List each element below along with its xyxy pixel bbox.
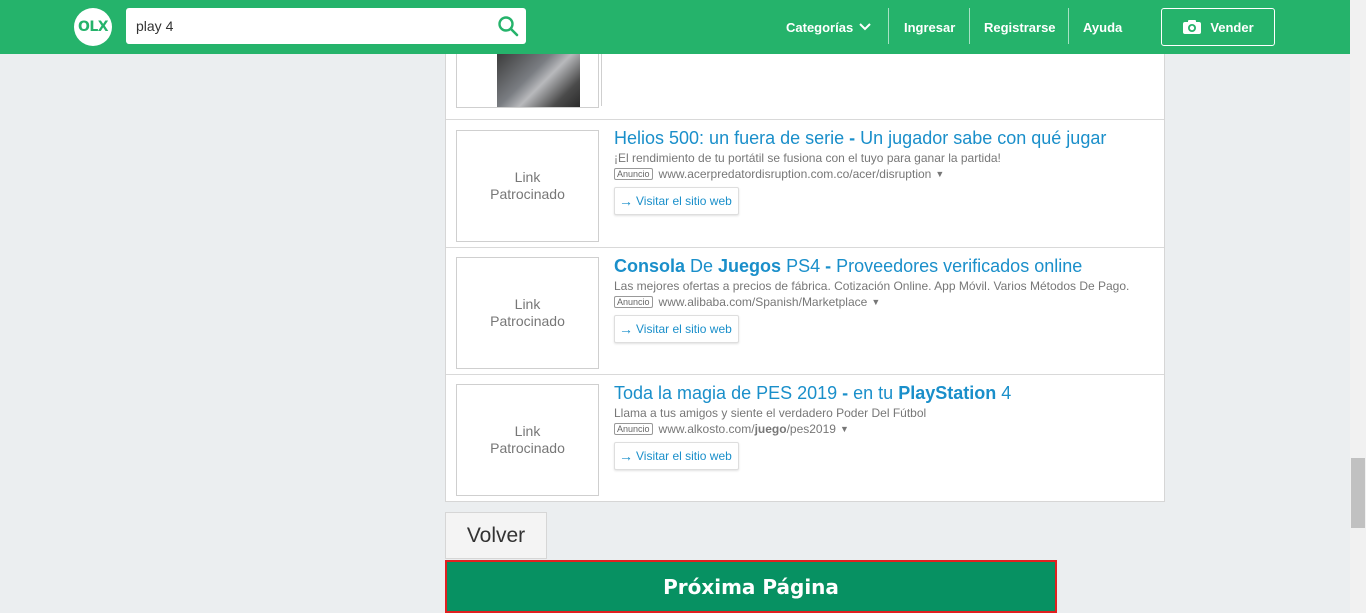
sponsored-ad: Link Patrocinado Helios 500: un fuera de… — [446, 119, 1164, 247]
vender-button[interactable]: Vender — [1161, 8, 1275, 46]
listing-photo — [497, 54, 580, 107]
ad-url: www.acerpredatordisruption.com.co/acer/d… — [658, 167, 932, 181]
ad-title-link[interactable]: Helios 500: un fuera de serie - Un jugad… — [614, 128, 1106, 149]
visit-site-label: Visitar el sitio web — [636, 449, 732, 463]
visit-site-label: Visitar el sitio web — [636, 322, 732, 336]
title-part: De — [685, 256, 719, 276]
title-part: PS4 — [781, 256, 826, 276]
ad-url-line[interactable]: Anuncio www.alkosto.com/juego/pes2019 ▼ — [614, 422, 849, 436]
title-part: - — [842, 383, 854, 403]
nav-registrarse-label: Registrarse — [984, 19, 1056, 35]
ad-thumb-label: Link Patrocinado — [490, 423, 565, 456]
ad-title-link[interactable]: Consola De Juegos PS4 - Proveedores veri… — [614, 256, 1082, 277]
ad-description: Llama a tus amigos y siente el verdadero… — [614, 406, 927, 420]
nav-registrarse[interactable]: Registrarse — [984, 0, 1056, 54]
nav-divider — [1068, 8, 1069, 44]
title-part: Un jugador sabe con qué jugar — [860, 128, 1107, 148]
results-panel: Link Patrocinado Helios 500: un fuera de… — [445, 54, 1165, 502]
ad-url-part: juego — [754, 422, 787, 436]
ad-url-part: www.alkosto.com/ — [658, 422, 755, 436]
ad-description: ¡El rendimiento de tu portátil se fusion… — [614, 151, 1001, 165]
sponsored-ad: Link Patrocinado Toda la magia de PES 20… — [446, 374, 1164, 502]
search-icon[interactable] — [496, 14, 520, 38]
nav-categorias-label: Categorías — [786, 19, 854, 35]
title-part: en tu — [853, 383, 899, 403]
caret-down-icon[interactable]: ▼ — [871, 297, 880, 307]
listing-stack-edge — [600, 54, 602, 106]
ad-thumbnail[interactable]: Link Patrocinado — [456, 384, 599, 496]
listing-thumb[interactable] — [456, 54, 599, 108]
ad-badge: Anuncio — [614, 423, 653, 435]
sponsored-ad: Link Patrocinado Consola De Juegos PS4 -… — [446, 247, 1164, 374]
caret-down-icon[interactable]: ▼ — [935, 169, 944, 179]
arrow-right-icon: → — [619, 448, 633, 464]
title-part: Proveedores verificados online — [836, 256, 1083, 276]
ad-badge: Anuncio — [614, 296, 653, 308]
ad-url-line[interactable]: Anuncio www.alibaba.com/Spanish/Marketpl… — [614, 295, 880, 309]
title-part: 4 — [996, 383, 1012, 403]
volver-button[interactable]: Volver — [445, 512, 547, 559]
olx-logo[interactable]: OLX — [74, 8, 112, 46]
chevron-down-icon — [859, 23, 871, 31]
nav-ingresar[interactable]: Ingresar — [904, 0, 955, 54]
nav-ingresar-label: Ingresar — [904, 19, 956, 35]
ad-thumb-label: Link Patrocinado — [490, 169, 565, 202]
top-header: OLX Categorías Ingresar Registrarse Ayud… — [0, 0, 1350, 54]
ad-thumb-label: Link Patrocinado — [490, 296, 565, 329]
ad-url-part: /pes2019 — [786, 422, 836, 436]
search-input[interactable] — [126, 8, 486, 44]
title-part: PlayStation — [898, 383, 997, 403]
title-part: Toda la magia de PES 2019 — [614, 383, 843, 403]
next-page-label: Próxima Página — [663, 574, 839, 599]
listing-row-partial[interactable] — [446, 54, 1164, 119]
search-box — [126, 8, 526, 44]
camera-icon — [1183, 20, 1202, 34]
arrow-right-icon: → — [619, 321, 633, 337]
volver-label: Volver — [466, 523, 526, 547]
ad-title-link[interactable]: Toda la magia de PES 2019 - en tu PlaySt… — [614, 383, 1011, 404]
nav-divider — [969, 8, 970, 44]
scrollbar-thumb[interactable] — [1351, 458, 1365, 528]
title-part: Consola — [614, 256, 686, 276]
title-part: - — [849, 128, 861, 148]
ad-url-line[interactable]: Anuncio www.acerpredatordisruption.com.c… — [614, 167, 944, 181]
vender-label: Vender — [1210, 19, 1254, 35]
title-part: - — [825, 256, 837, 276]
visit-site-button[interactable]: → Visitar el sitio web — [614, 187, 739, 215]
nav-ayuda-label: Ayuda — [1083, 19, 1123, 35]
title-part: Helios 500: un fuera de serie — [614, 128, 850, 148]
visit-site-label: Visitar el sitio web — [636, 194, 732, 208]
title-part: Juegos — [718, 256, 782, 276]
ad-url: www.alibaba.com/Spanish/Marketplace — [658, 295, 868, 309]
visit-site-button[interactable]: → Visitar el sitio web — [614, 315, 739, 343]
arrow-right-icon: → — [619, 193, 633, 209]
ad-thumbnail[interactable]: Link Patrocinado — [456, 257, 599, 369]
nav-divider — [888, 8, 889, 44]
nav-categorias[interactable]: Categorías — [786, 0, 872, 54]
nav-ayuda[interactable]: Ayuda — [1083, 0, 1122, 54]
caret-down-icon[interactable]: ▼ — [840, 424, 849, 434]
next-page-button[interactable]: Próxima Página — [445, 560, 1057, 613]
logo-text: OLX — [77, 19, 109, 35]
visit-site-button[interactable]: → Visitar el sitio web — [614, 442, 739, 470]
ad-badge: Anuncio — [614, 168, 653, 180]
ad-thumbnail[interactable]: Link Patrocinado — [456, 130, 599, 242]
ad-description: Las mejores ofertas a precios de fábrica… — [614, 279, 1130, 293]
